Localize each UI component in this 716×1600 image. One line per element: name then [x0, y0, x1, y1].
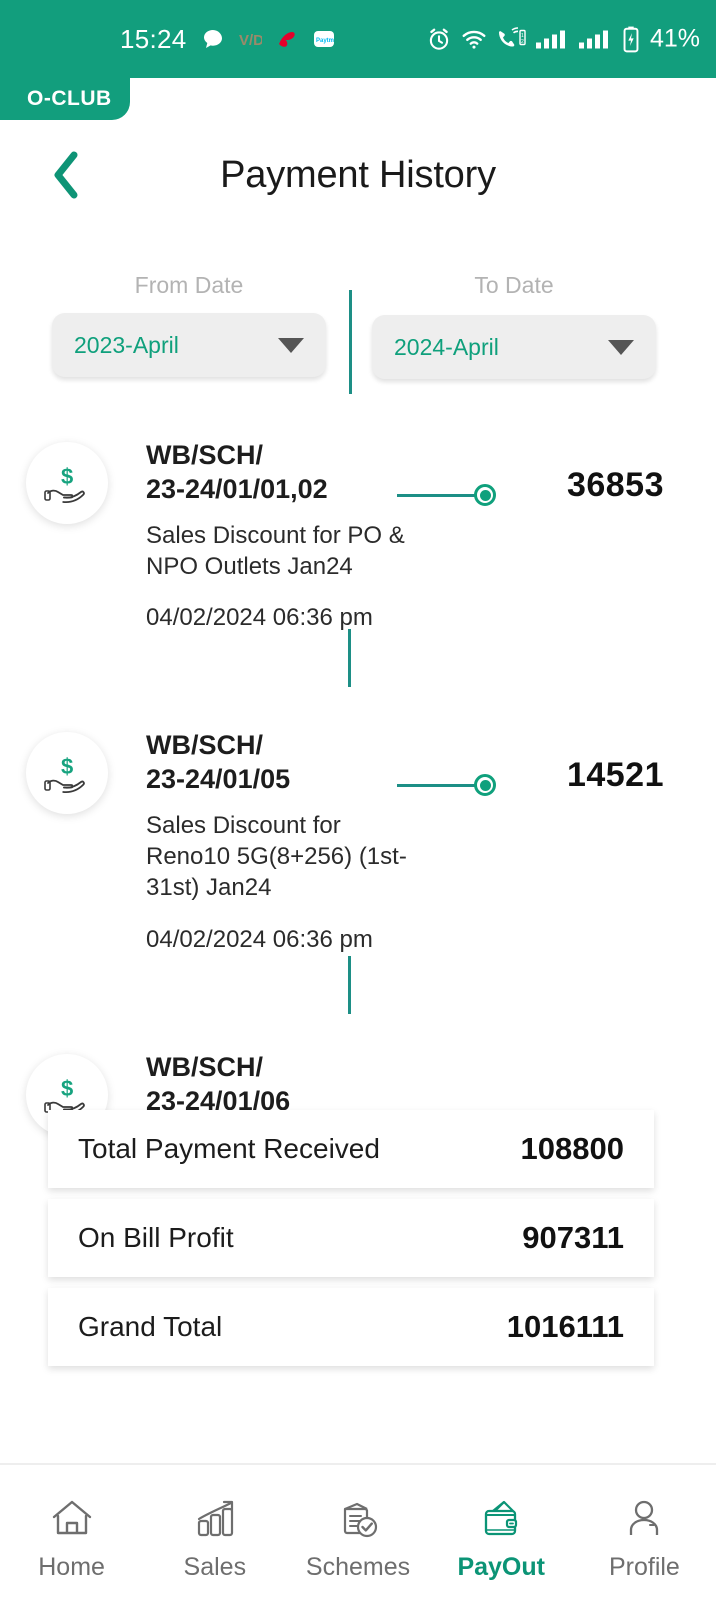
summary-label: On Bill Profit	[78, 1222, 234, 1253]
timeline-connector	[397, 484, 496, 506]
bottom-navigation: Home Sales Schemes PayOut Profile	[0, 1463, 716, 1600]
nav-item-home[interactable]: Home	[0, 1465, 143, 1600]
hand-holding-dollar-icon: $	[44, 754, 85, 794]
nav-label: Schemes	[305, 1553, 411, 1581]
bar-chart-growth-icon	[191, 1491, 239, 1543]
vd-logo-icon: V/D	[239, 32, 262, 49]
from-date-dropdown[interactable]: 2023-April	[52, 313, 326, 377]
person-icon	[620, 1491, 668, 1543]
transaction-row[interactable]: $ WB/SCH/ 23-24/01/01,02 Sales Discount …	[0, 424, 716, 687]
svg-text:$: $	[61, 464, 73, 489]
wallet-icon	[477, 1491, 525, 1543]
caret-down-icon	[608, 339, 634, 355]
summary-value: 907311	[522, 1220, 624, 1255]
hand-holding-dollar-icon: $	[44, 464, 85, 504]
paytm-logo-icon: Paytm	[313, 31, 334, 47]
to-date-label: To Date	[474, 272, 554, 298]
page-header: Payment History	[0, 120, 716, 230]
notification-icons: V/D Paytm	[201, 27, 336, 51]
transaction-timeline: $ WB/SCH/ 23-24/01/01,02 Sales Discount …	[0, 424, 716, 1176]
to-date-group: To Date 2024-April	[372, 272, 656, 379]
status-bar-left: 15:24 V/D Paytm	[120, 24, 336, 55]
transaction-description: Sales Discount for PO & NPO Outlets Jan2…	[146, 522, 405, 581]
signal-bars-sim1-icon	[535, 30, 565, 48]
nav-label: Home	[38, 1553, 105, 1581]
filter-divider	[349, 290, 352, 394]
signal-bars-sim2-icon	[578, 30, 608, 48]
timeline-horizontal-line	[397, 783, 475, 787]
transaction-details: WB/SCH/ 23-24/01/01,02 Sales Discount fo…	[146, 424, 416, 674]
transaction-details: WB/SCH/ 23-24/01/05 Sales Discount for R…	[146, 714, 416, 1004]
tab-oclub-label: O-CLUB	[27, 87, 112, 110]
svg-text:V/D: V/D	[239, 32, 262, 49]
nav-item-payout[interactable]: PayOut	[430, 1465, 573, 1600]
page-title: Payment History	[220, 153, 496, 196]
tab-oclub[interactable]: O-CLUB	[0, 78, 130, 120]
chevron-left-icon	[54, 151, 78, 199]
summary-label: Grand Total	[78, 1311, 223, 1342]
transaction-description: Sales Discount for Reno10 5G(8+256) (1st…	[146, 812, 407, 902]
summary-value: 108800	[520, 1131, 624, 1166]
from-date-group: From Date 2023-April	[52, 272, 326, 377]
transaction-amount: 36853	[566, 466, 664, 504]
timeline-vertical-line	[348, 956, 351, 1014]
wifi-icon	[462, 30, 486, 49]
transaction-avatar: $	[26, 732, 108, 814]
summary-card-total-payment-received: Total Payment Received 108800	[48, 1110, 654, 1188]
nav-label: PayOut	[457, 1553, 545, 1581]
alarm-icon	[429, 28, 449, 50]
status-bar: 15:24 V/D Paytm 1 2 41%	[0, 0, 716, 78]
home-icon	[48, 1491, 96, 1543]
transaction-datetime: 04/02/2024 06:36 pm	[146, 604, 373, 632]
back-button[interactable]	[44, 150, 88, 200]
timeline-vertical-line	[348, 629, 351, 687]
date-filter-row: From Date 2023-April To Date 2024-April	[0, 272, 716, 402]
nav-item-schemes[interactable]: Schemes	[286, 1465, 429, 1600]
svg-text:$: $	[61, 754, 73, 779]
battery-charging-icon	[623, 26, 639, 52]
from-date-label: From Date	[134, 272, 244, 298]
summary-panel: Total Payment Received 108800 On Bill Pr…	[48, 1110, 654, 1377]
nav-label: Profile	[608, 1553, 680, 1581]
transaction-reference: WB/SCH/ 23-24/01/01,02	[146, 440, 328, 505]
to-date-dropdown[interactable]: 2024-April	[372, 315, 656, 379]
timeline-dot	[474, 484, 496, 506]
status-bar-right: 1 2 41%	[426, 25, 700, 54]
airtel-logo-icon	[278, 32, 295, 47]
svg-text:$: $	[61, 1076, 73, 1101]
transaction-reference: WB/SCH/ 23-24/01/06	[146, 1052, 291, 1117]
transaction-datetime: 04/02/2024 06:36 pm	[146, 925, 373, 953]
vowifi-dual-sim-icon: 1 2	[498, 26, 526, 46]
summary-card-on-bill-profit: On Bill Profit 907311	[48, 1199, 654, 1277]
app-tab-strip: O-CLUB	[0, 78, 716, 120]
battery-percentage: 41%	[649, 24, 700, 53]
summary-card-grand-total: Grand Total 1016111	[48, 1288, 654, 1366]
transaction-avatar: $	[26, 442, 108, 524]
chat-bubble-icon	[203, 30, 222, 48]
nav-item-profile[interactable]: Profile	[573, 1465, 716, 1600]
svg-text:2: 2	[521, 39, 524, 45]
timeline-dot	[474, 774, 496, 796]
nav-label: Sales	[183, 1553, 247, 1581]
from-date-value: 2023-April	[74, 331, 179, 358]
summary-label: Total Payment Received	[78, 1133, 380, 1164]
to-date-value: 2024-April	[394, 333, 499, 360]
transaction-amount: 14521	[566, 756, 664, 794]
status-clock: 15:24	[120, 23, 187, 54]
transaction-row[interactable]: $ WB/SCH/ 23-24/01/05 Sales Discount for…	[0, 714, 716, 1014]
timeline-connector	[397, 774, 496, 796]
nav-item-sales[interactable]: Sales	[143, 1465, 286, 1600]
caret-down-icon	[278, 337, 304, 353]
svg-text:Paytm: Paytm	[316, 38, 334, 44]
summary-value: 1016111	[506, 1309, 624, 1344]
timeline-horizontal-line	[397, 493, 475, 497]
transaction-reference: WB/SCH/ 23-24/01/05	[146, 730, 291, 795]
document-check-icon	[334, 1491, 382, 1543]
